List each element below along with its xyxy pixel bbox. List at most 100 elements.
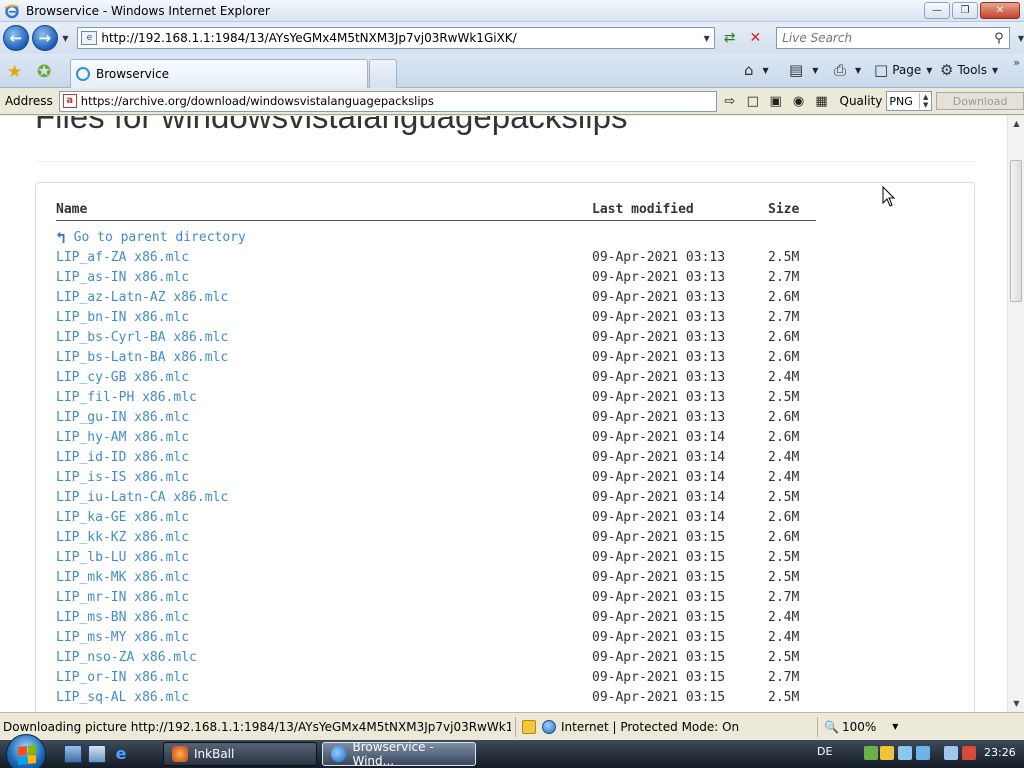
favorites-star-icon[interactable]: ★ — [7, 62, 22, 82]
page-menu[interactable]: □ Page ▼ — [874, 60, 932, 80]
column-header-modified[interactable]: Last modified — [592, 202, 694, 217]
file-link[interactable]: LIP_bs-Latn-BA x86.mlc — [56, 350, 228, 365]
parent-directory-link[interactable]: Go to parent directory — [74, 230, 246, 245]
back-button[interactable]: ← — [3, 25, 29, 51]
home-button[interactable]: ⌂ ▼ — [744, 60, 769, 80]
file-link[interactable]: LIP_cy-GB x86.mlc — [56, 370, 189, 385]
print-button[interactable]: ⎙ ▼ — [834, 60, 861, 80]
tools-menu[interactable]: ⚙ Tools ▼ — [940, 60, 998, 80]
search-icon[interactable]: ⚲ — [989, 31, 1009, 46]
feeds-dropdown-icon[interactable]: ▼ — [812, 66, 818, 75]
address-field[interactable]: a https://archive.org/download/windowsvi… — [58, 90, 717, 112]
parent-directory-row[interactable]: ↰ Go to parent directory — [56, 228, 246, 247]
file-link[interactable]: LIP_hy-AM x86.mlc — [56, 430, 189, 445]
search-input[interactable] — [777, 31, 989, 45]
file-row: LIP_bs-Latn-BA x86.mlc 09-Apr-2021 03:13 2… — [0, 350, 1000, 370]
maximize-button[interactable]: ❐ — [952, 2, 978, 19]
clipboard-button[interactable]: ▣ — [766, 91, 786, 111]
file-row: LIP_or-IN x86.mlc 09-Apr-2021 03:15 2.7M — [0, 670, 1000, 690]
go-button[interactable]: ⇨ — [720, 91, 740, 111]
scroll-up-icon[interactable]: ▲ — [1008, 116, 1024, 132]
file-link[interactable]: LIP_ms-BN x86.mlc — [56, 610, 189, 625]
switch-windows-icon[interactable] — [88, 745, 106, 763]
zoom-icon[interactable]: 🔍 — [824, 720, 839, 734]
print-icon: ⎙ — [834, 61, 847, 79]
file-row: LIP_is-IS x86.mlc 09-Apr-2021 03:14 2.4M — [0, 470, 1000, 490]
file-link[interactable]: LIP_as-IN x86.mlc — [56, 270, 189, 285]
tray-security-icon[interactable] — [880, 746, 894, 760]
file-link[interactable]: LIP_iu-Latn-CA x86.mlc — [56, 490, 228, 505]
start-button[interactable] — [6, 734, 46, 768]
scroll-thumb[interactable] — [1010, 160, 1022, 302]
vertical-scrollbar[interactable]: ▲ ▼ — [1007, 116, 1024, 712]
add-favorites-icon[interactable]: ✪ — [37, 62, 51, 82]
file-link[interactable]: LIP_nso-ZA x86.mlc — [56, 650, 197, 665]
taskbar-button-browservice[interactable]: Browservice - Wind... — [322, 740, 476, 768]
window-controls: — ❐ ✕ — [924, 2, 1020, 19]
file-link[interactable]: LIP_or-IN x86.mlc — [56, 670, 189, 685]
recent-pages-dropdown[interactable]: ▼ — [60, 34, 72, 43]
file-link[interactable]: LIP_id-ID x86.mlc — [56, 450, 189, 465]
print-dropdown-icon[interactable]: ▼ — [855, 66, 861, 75]
security-zone[interactable]: Internet | Protected Mode: On — [561, 720, 813, 734]
scroll-down-icon[interactable]: ▼ — [1008, 696, 1024, 712]
refresh-button[interactable]: ⇄ — [719, 27, 741, 49]
url-bar[interactable]: e http://192.168.1.1:1984/13/AYsYeGMx4M5… — [77, 27, 715, 49]
quality-selector[interactable]: PNG ▲ ▼ — [886, 91, 933, 111]
file-link[interactable]: LIP_bn-IN x86.mlc — [56, 310, 189, 325]
feeds-button[interactable]: ▤ ▼ — [789, 60, 818, 80]
taskbar-button-inkball[interactable]: InkBall — [163, 742, 317, 766]
file-modified: 09-Apr-2021 03:13 — [592, 250, 726, 265]
ie-quicklaunch-icon[interactable]: e — [112, 745, 130, 763]
tray-sync-icon[interactable] — [916, 746, 930, 760]
home-dropdown-icon[interactable]: ▼ — [763, 66, 769, 75]
search-options-dropdown[interactable]: ▼ — [1018, 34, 1024, 43]
file-link[interactable]: LIP_ms-MY x86.mlc — [56, 630, 189, 645]
url-text[interactable]: http://192.168.1.1:1984/13/AYsYeGMx4M5tN… — [101, 31, 699, 45]
close-button[interactable]: ✕ — [980, 2, 1020, 19]
forward-button[interactable]: → — [31, 25, 58, 51]
column-header-name[interactable]: Name — [56, 202, 87, 217]
quality-spinner-icon[interactable]: ▲ ▼ — [919, 93, 931, 109]
tray-update-icon[interactable] — [898, 746, 912, 760]
file-link[interactable]: LIP_az-Latn-AZ x86.mlc — [56, 290, 228, 305]
file-link[interactable]: LIP_bs-Cyrl-BA x86.mlc — [56, 330, 228, 345]
live-search-box[interactable]: ⚲ — [776, 27, 1010, 49]
clock[interactable]: 23:26 — [984, 746, 1016, 759]
file-link[interactable]: LIP_fil-PH x86.mlc — [56, 390, 197, 405]
stop-button[interactable]: ✕ — [744, 27, 766, 49]
file-link[interactable]: LIP_af-ZA x86.mlc — [56, 250, 189, 265]
download-button[interactable]: Download — [936, 92, 1024, 110]
show-desktop-icon[interactable] — [64, 745, 82, 763]
tray-network-icon[interactable] — [864, 746, 878, 760]
security-shield-icon[interactable] — [522, 719, 536, 734]
file-modified: 09-Apr-2021 03:13 — [592, 410, 726, 425]
file-link[interactable]: LIP_gu-IN x86.mlc — [56, 410, 189, 425]
url-dropdown-icon[interactable]: ▼ — [700, 34, 714, 43]
save-button[interactable]: ▦ — [812, 91, 832, 111]
page-icon: e — [81, 31, 98, 45]
zoom-dropdown-icon[interactable]: ▼ — [892, 722, 898, 731]
language-indicator[interactable]: DE — [817, 745, 832, 758]
file-link[interactable]: LIP_ka-GE x86.mlc — [56, 510, 189, 525]
page-label: Page — [892, 63, 922, 77]
file-size: 2.5M — [768, 650, 800, 665]
zoom-level[interactable]: 100% — [842, 720, 876, 734]
file-link[interactable]: LIP_mk-MK x86.mlc — [56, 570, 189, 585]
tab-browservice[interactable]: Browservice — [70, 59, 368, 88]
chevron-more-icon[interactable]: » — [1013, 56, 1020, 69]
bookmark-button[interactable]: □ — [743, 91, 763, 111]
file-link[interactable]: LIP_sq-AL x86.mlc — [56, 690, 189, 705]
file-link[interactable]: LIP_kk-KZ x86.mlc — [56, 530, 189, 545]
address-text[interactable]: https://archive.org/download/windowsvist… — [81, 94, 434, 108]
file-link[interactable]: LIP_lb-LU x86.mlc — [56, 550, 189, 565]
file-link[interactable]: LIP_mr-IN x86.mlc — [56, 590, 189, 605]
find-button[interactable]: ◉ — [789, 91, 809, 111]
minimize-button[interactable]: — — [924, 2, 950, 19]
tray-display-icon[interactable] — [944, 746, 958, 760]
quality-value[interactable]: PNG — [887, 95, 919, 108]
new-tab-button[interactable] — [369, 59, 397, 88]
tray-volume-muted-icon[interactable] — [962, 746, 976, 760]
file-link[interactable]: LIP_is-IS x86.mlc — [56, 470, 189, 485]
column-header-size[interactable]: Size — [768, 202, 799, 217]
